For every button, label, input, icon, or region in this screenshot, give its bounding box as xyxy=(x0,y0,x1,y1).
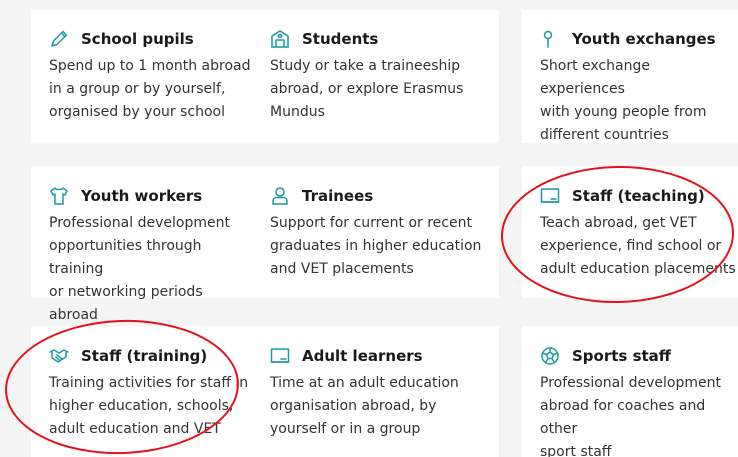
card-description: Support for current or recent graduates … xyxy=(270,215,482,277)
card-title: School pupils xyxy=(81,30,194,48)
card-students[interactable]: Students Study or take a traineeship abr… xyxy=(252,10,499,143)
card-header: Students xyxy=(270,27,499,51)
card-school-pupils[interactable]: School pupils Spend up to 1 month abroad… xyxy=(31,10,254,143)
card-adult-learners[interactable]: Adult learners Time at an adult educatio… xyxy=(252,326,499,457)
card-title: Staff (training) xyxy=(81,347,208,365)
card-title: Sports staff xyxy=(572,347,671,365)
pencil-icon xyxy=(49,29,69,49)
card-description: Training activities for staff in higher … xyxy=(49,375,249,437)
card-description: Professional development abroad for coac… xyxy=(540,375,721,457)
blackboard-icon xyxy=(270,346,290,366)
opportunity-grid: School pupils Spend up to 1 month abroad… xyxy=(0,0,738,457)
location-pin-icon xyxy=(540,29,560,49)
card-header: Adult learners xyxy=(270,344,499,368)
card-description: Time at an adult education organisation … xyxy=(270,375,459,437)
card-staff-teaching[interactable]: Staff (teaching) Teach abroad, get VET e… xyxy=(522,166,738,298)
school-building-icon xyxy=(270,29,290,49)
card-description: Professional development opportunities t… xyxy=(49,215,230,323)
card-title: Youth exchanges xyxy=(572,30,716,48)
card-title: Students xyxy=(302,30,379,48)
card-header: Staff (training) xyxy=(49,344,254,368)
card-description: Short exchange experiences with young pe… xyxy=(540,58,707,143)
card-description: Study or take a traineeship abroad, or e… xyxy=(270,58,464,120)
card-header: Staff (teaching) xyxy=(540,184,738,208)
card-header: Sports staff xyxy=(540,344,738,368)
card-sports-staff[interactable]: Sports staff Professional development ab… xyxy=(522,326,738,457)
card-description: Spend up to 1 month abroad in a group or… xyxy=(49,58,251,120)
card-header: Trainees xyxy=(270,184,499,208)
card-header: School pupils xyxy=(49,27,254,51)
card-header: Youth workers xyxy=(49,184,254,208)
ball-icon xyxy=(540,346,560,366)
blackboard-icon xyxy=(540,186,560,206)
handshake-icon xyxy=(49,346,69,366)
card-title: Trainees xyxy=(302,187,374,205)
card-trainees[interactable]: Trainees Support for current or recent g… xyxy=(252,166,499,298)
card-description: Teach abroad, get VET experience, find s… xyxy=(540,215,736,277)
person-icon xyxy=(270,186,290,206)
card-youth-workers[interactable]: Youth workers Professional development o… xyxy=(31,166,254,323)
card-title: Staff (teaching) xyxy=(572,187,705,205)
card-title: Adult learners xyxy=(302,347,423,365)
card-title: Youth workers xyxy=(81,187,203,205)
card-youth-exchanges[interactable]: Youth exchanges Short exchange experienc… xyxy=(522,10,738,143)
card-header: Youth exchanges xyxy=(540,27,738,51)
shirt-icon xyxy=(49,186,69,206)
card-staff-training[interactable]: Staff (training) Training activities for… xyxy=(31,326,254,457)
